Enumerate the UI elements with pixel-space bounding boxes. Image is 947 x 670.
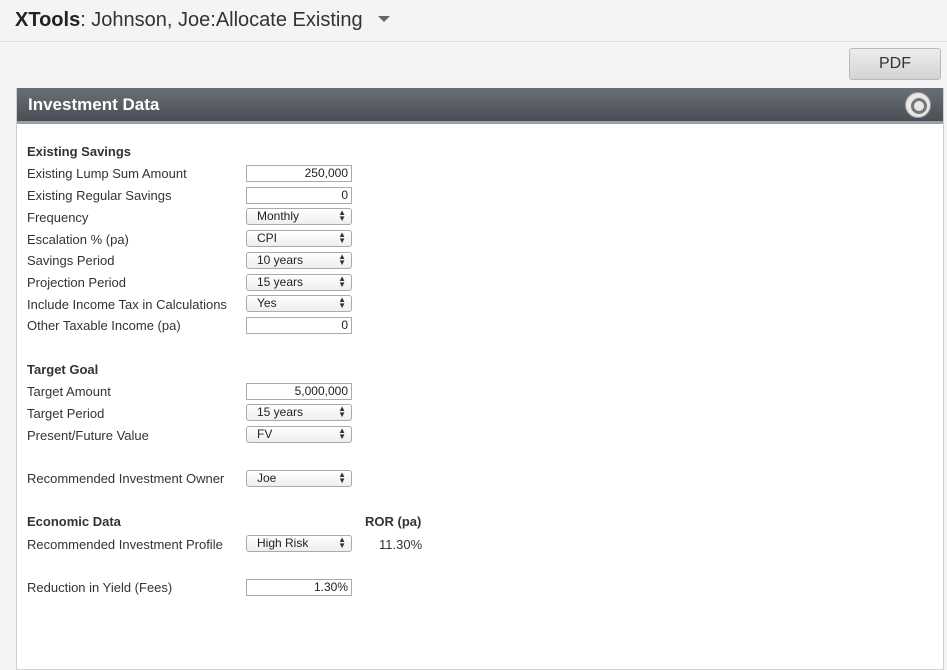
select-arrows-icon: ▲ ▼: [338, 470, 346, 485]
select-arrows-icon: ▲ ▼: [338, 252, 346, 267]
select-arrows-icon: ▲ ▼: [338, 230, 346, 245]
chevron-down-icon[interactable]: [378, 15, 391, 22]
select-arrows-icon: ▲ ▼: [338, 404, 346, 419]
regular-savings-input[interactable]: 0: [246, 187, 352, 204]
panel-title: Investment Data: [28, 95, 160, 114]
income-tax-select[interactable]: Yes ▲ ▼: [246, 295, 352, 312]
escalation-select[interactable]: CPI ▲ ▼: [246, 230, 352, 247]
owner-select[interactable]: Joe ▲ ▼: [246, 470, 352, 487]
page-title[interactable]: XTools: Johnson, Joe:Allocate Existing: [15, 9, 391, 32]
lump-sum-input[interactable]: 250,000: [246, 165, 352, 182]
settings-icon[interactable]: [905, 92, 931, 118]
target-period-value: 15 years: [257, 405, 304, 419]
income-tax-value: Yes: [257, 296, 277, 310]
value-type-value: FV: [257, 427, 273, 441]
projection-period-value: 15 years: [257, 275, 304, 289]
value-type-select[interactable]: FV ▲ ▼: [246, 426, 352, 443]
other-income-input[interactable]: 0: [246, 317, 352, 334]
profile-value: High Risk: [257, 536, 309, 550]
owner-value: Joe: [257, 471, 277, 485]
profile-label: Recommended Investment Profile: [27, 537, 223, 552]
pdf-button[interactable]: PDF: [849, 48, 941, 80]
lump-sum-label: Existing Lump Sum Amount: [27, 166, 187, 181]
projection-period-select[interactable]: 15 years ▲ ▼: [246, 274, 352, 291]
fees-input[interactable]: 1.30%: [246, 579, 352, 596]
title-bar: XTools: Johnson, Joe:Allocate Existing: [0, 0, 947, 42]
target-period-label: Target Period: [27, 406, 105, 421]
panel-header: Investment Data: [17, 88, 943, 124]
target-goal-heading: Target Goal: [27, 362, 99, 377]
brand-name: XTools: [15, 9, 81, 31]
savings-period-label: Savings Period: [27, 253, 115, 268]
frequency-label: Frequency: [27, 210, 89, 225]
select-arrows-icon: ▲ ▼: [338, 295, 346, 310]
select-arrows-icon: ▲ ▼: [338, 208, 346, 223]
escalation-value: CPI: [257, 231, 278, 245]
economic-data-heading: Economic Data: [27, 514, 121, 529]
existing-savings-heading: Existing Savings: [27, 144, 132, 159]
select-arrows-icon: ▲ ▼: [338, 535, 346, 550]
target-period-select[interactable]: 15 years ▲ ▼: [246, 404, 352, 421]
savings-period-select[interactable]: 10 years ▲ ▼: [246, 252, 352, 269]
profile-select[interactable]: High Risk ▲ ▼: [246, 535, 352, 552]
select-arrows-icon: ▲ ▼: [338, 426, 346, 441]
income-tax-label: Include Income Tax in Calculations: [27, 297, 227, 312]
frequency-value: Monthly: [257, 209, 300, 223]
owner-label: Recommended Investment Owner: [27, 471, 225, 486]
ror-value: 11.30%: [379, 537, 423, 552]
projection-period-label: Projection Period: [27, 275, 126, 290]
ror-column-header: ROR (pa): [365, 514, 422, 529]
target-amount-label: Target Amount: [27, 384, 111, 399]
client-context: : Johnson, Joe:Allocate Existing: [80, 9, 363, 31]
escalation-label: Escalation % (pa): [27, 232, 129, 247]
other-income-label: Other Taxable Income (pa): [27, 318, 181, 333]
value-type-label: Present/Future Value: [27, 428, 149, 443]
savings-period-value: 10 years: [257, 253, 304, 267]
fees-label: Reduction in Yield (Fees): [27, 580, 173, 595]
regular-savings-label: Existing Regular Savings: [27, 188, 172, 203]
select-arrows-icon: ▲ ▼: [338, 274, 346, 289]
target-amount-input[interactable]: 5,000,000: [246, 383, 352, 400]
frequency-select[interactable]: Monthly ▲ ▼: [246, 208, 352, 225]
